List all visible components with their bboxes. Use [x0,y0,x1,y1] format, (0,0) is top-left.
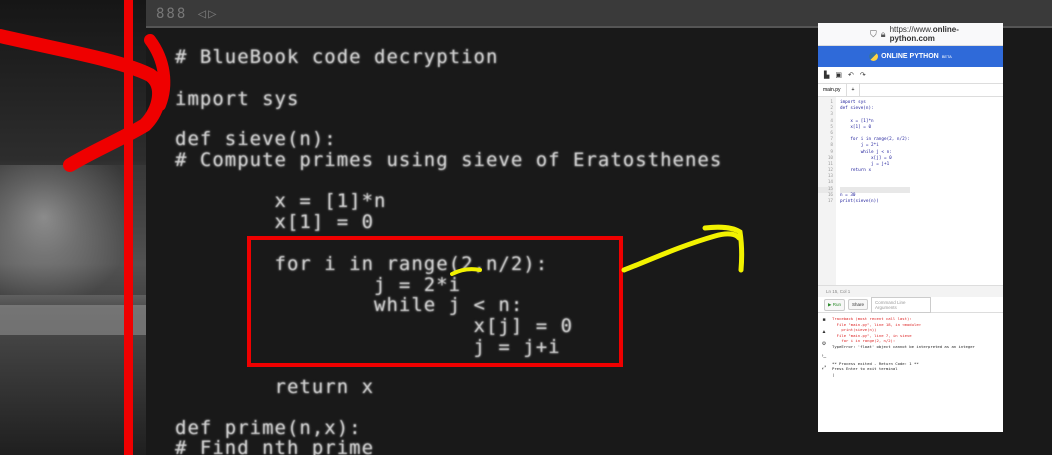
code-line: def prime(n,x): [175,417,362,439]
beta-badge: BETA [941,54,952,59]
code-line: x = [1]*n [175,190,387,212]
code-line: # BlueBook code decryption [175,46,499,68]
line-number: 17 [827,199,833,204]
terminal-icon[interactable]: ›_ [822,353,826,359]
code-line: # Find nth prime [175,437,375,455]
code-line: def sieve(n): [175,128,337,150]
terminal-sidebar: ■ ▲ ⚙ ›_ ⤢ [818,313,830,423]
settings-icon[interactable]: ⚙ [822,341,826,347]
code-line: x[1] = 0 [175,211,375,233]
terminal-output[interactable]: Traceback (most recent call last): File … [830,313,1003,423]
site-brand: ONLINE PYTHON [881,53,939,60]
file-tabs: main.py + [818,84,1003,97]
run-bar: ▶ Run Share Command Line Arguments [818,296,1003,313]
editor-line[interactable]: print(sieve(n)) [840,199,910,205]
code-line: # Compute primes using sieve of Eratosth… [175,149,723,171]
warning-icon[interactable]: ▲ [822,329,827,335]
address-bar[interactable]: ⛉ 🔒︎ https://www.online-python.com [818,23,1003,46]
share-button[interactable]: Share [847,299,868,310]
url-text[interactable]: https://www.online-python.com [890,25,1003,43]
code-line: return x [175,376,375,398]
code-line: import sys [175,88,300,110]
redo-icon[interactable]: ↷ [860,71,866,79]
editor-toolbar: ▙ ▣ ↶ ↷ [818,67,1003,84]
cursor-position: Ln 15, Col 1 [818,285,1003,297]
lock-icon: 🔒︎ [880,28,886,39]
python-logo-icon [869,52,879,61]
lock-icon[interactable]: ▣ [835,71,842,79]
site-header: ONLINE PYTHON BETA [818,46,1003,67]
run-button[interactable]: ▶ Run [824,298,845,311]
editor-code[interactable]: import sys def sieve(n): x = [1]*n x[1] =… [836,97,910,285]
add-tab-button[interactable]: + [846,84,861,96]
red-highlight-box [247,236,623,367]
file-icon[interactable]: ▙ [824,71,829,79]
line-number-gutter: 1 2 3 4 5 6 7 8 9 10 11 12 13 14 15 16 17 [818,97,836,285]
window-controls: 888 ◁▷ [156,6,219,22]
tab-main-py[interactable]: main.py [818,84,847,96]
code-editor[interactable]: 1 2 3 4 5 6 7 8 9 10 11 12 13 14 15 16 17 import sys def … [818,97,1003,285]
expand-icon[interactable]: ⤢ [822,365,826,371]
stop-icon[interactable]: ■ [822,317,825,323]
terminal-panel: ■ ▲ ⚙ ›_ ⤢ Traceback (most recent call l… [818,313,1003,423]
shield-icon: ⛉ [870,28,877,39]
terminal-line: | [832,371,835,377]
args-input[interactable]: Command Line Arguments [870,296,931,313]
online-python-window: ⛉ 🔒︎ https://www.online-python.com ONLIN… [818,23,1003,432]
undo-icon[interactable]: ↶ [848,71,854,79]
red-vertical-line [124,0,133,455]
